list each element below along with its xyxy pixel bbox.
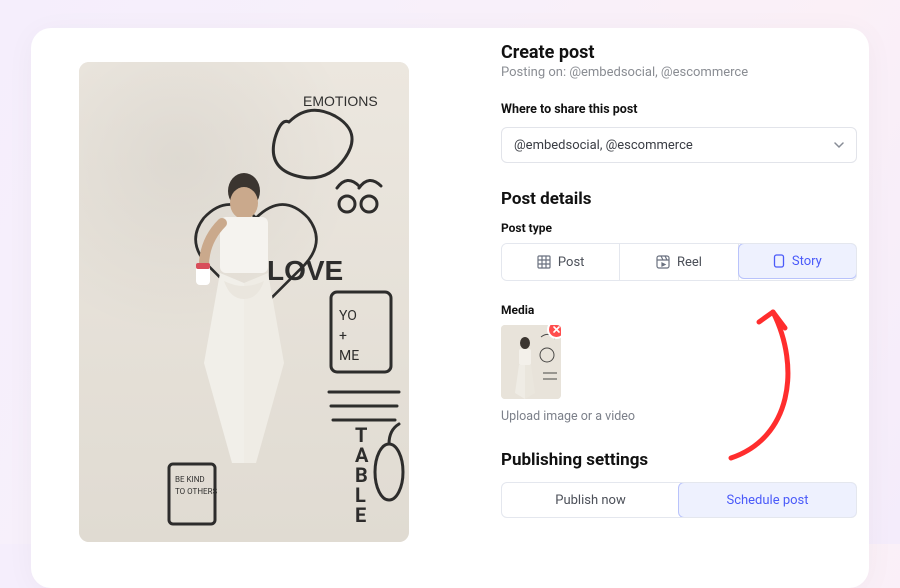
share-label: Where to share this post — [501, 102, 857, 117]
posting-on-accounts: @embedsocial, @escommerce — [569, 65, 748, 80]
share-select-value: @embedsocial, @escommerce — [514, 138, 693, 153]
post-details-heading: Post details — [501, 189, 857, 209]
post-type-post-label: Post — [558, 255, 585, 270]
chevron-down-icon — [834, 140, 844, 150]
form-pane: Create post Posting on: @embedsocial, @e… — [489, 28, 869, 588]
preview-person — [184, 163, 304, 463]
create-post-card: EMOTIONS LOVE YO + ME BE KIND TO OTHERS … — [31, 28, 869, 588]
upload-hint: Upload image or a video — [501, 409, 857, 424]
post-type-reel-label: Reel — [677, 255, 702, 270]
svg-text:E: E — [355, 503, 366, 527]
posting-on-line: Posting on: @embedsocial, @escommerce — [501, 65, 857, 80]
publish-now-option[interactable]: Publish now — [502, 483, 679, 517]
posting-on-prefix: Posting on: — [501, 65, 569, 80]
media-label: Media — [501, 303, 857, 317]
story-preview: EMOTIONS LOVE YO + ME BE KIND TO OTHERS … — [79, 62, 409, 542]
svg-text:EMOTIONS: EMOTIONS — [303, 93, 378, 109]
post-type-post[interactable]: Post — [502, 244, 620, 280]
share-account-select[interactable]: @embedsocial, @escommerce — [501, 127, 857, 163]
publishing-heading: Publishing settings — [501, 450, 857, 470]
publish-now-label: Publish now — [555, 493, 625, 508]
post-type-story-label: Story — [792, 254, 822, 269]
svg-text:BE KIND: BE KIND — [175, 475, 205, 484]
post-type-story[interactable]: Story — [738, 243, 857, 279]
post-type-segmented: Post Reel Story — [501, 243, 857, 281]
schedule-post-label: Schedule post — [726, 493, 808, 508]
svg-text:ME: ME — [339, 348, 359, 364]
preview-pane: EMOTIONS LOVE YO + ME BE KIND TO OTHERS … — [31, 28, 489, 588]
svg-text:TO OTHERS: TO OTHERS — [175, 487, 218, 496]
svg-text:YO: YO — [339, 308, 357, 324]
phone-icon — [773, 254, 785, 268]
post-type-label: Post type — [501, 221, 857, 235]
media-thumbnail[interactable] — [501, 325, 561, 399]
close-icon — [552, 325, 561, 334]
post-type-reel[interactable]: Reel — [620, 244, 738, 280]
schedule-post-option[interactable]: Schedule post — [678, 482, 857, 518]
svg-text:+: + — [339, 328, 347, 344]
media-row — [501, 325, 857, 399]
page-title: Create post — [501, 42, 857, 63]
publishing-segmented: Publish now Schedule post — [501, 482, 857, 518]
reel-icon — [656, 255, 670, 269]
grid-icon — [537, 255, 551, 269]
